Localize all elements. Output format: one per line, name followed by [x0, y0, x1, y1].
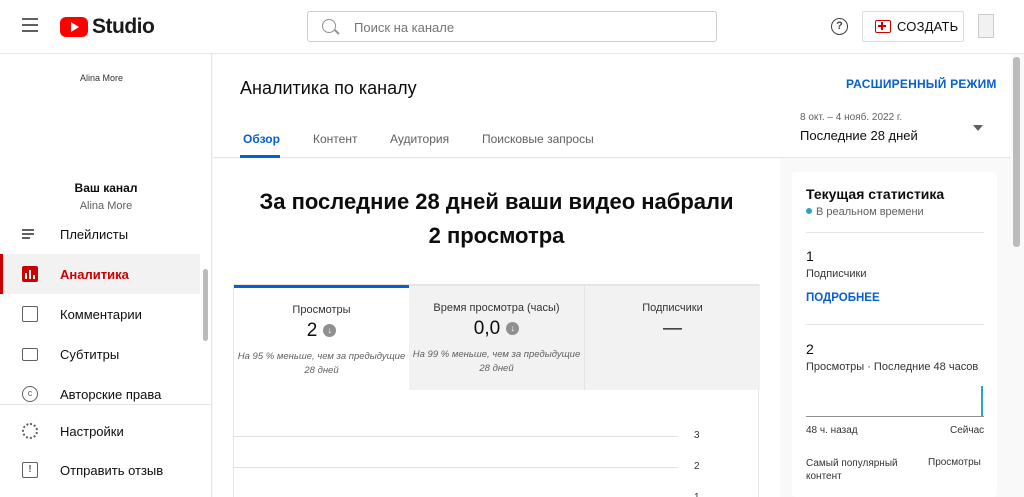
chart-gridline [233, 436, 678, 437]
tab-search-queries[interactable]: Поисковые запросы [482, 132, 594, 146]
studio-logo[interactable]: Studio [60, 15, 155, 39]
search-icon[interactable] [322, 19, 336, 33]
sparkline-end-label: Сейчас [950, 425, 985, 436]
chevron-down-icon[interactable] [973, 125, 983, 131]
live-dot-icon [806, 208, 812, 214]
see-more-link[interactable]: ПОДРОБНЕЕ [806, 292, 880, 304]
overview-panel: За последние 28 дней ваши видео набрали … [213, 159, 780, 497]
sidebar-item-label: Отправить отзыв [60, 462, 164, 478]
headline-line-2: 2 просмотра [428, 223, 565, 248]
sidebar-item-feedback[interactable]: ! Отправить отзыв [0, 450, 200, 490]
subscribers-value: 1 [806, 248, 814, 264]
tab-content[interactable]: Контент [313, 132, 357, 146]
menu-icon[interactable] [22, 18, 38, 32]
channel-name: Alina More [79, 200, 133, 212]
sidebar-item-label: Авторские права [60, 386, 162, 402]
chart-axis-label: 2 [694, 461, 700, 472]
date-period-select[interactable]: Последние 28 дней [800, 128, 918, 143]
chart-axis-label: 1 [694, 492, 700, 497]
top-bar: Studio ? СОЗДАТЬ [0, 0, 1024, 54]
sidebar-item-label: Настройки [60, 423, 124, 439]
chart-gridline [233, 467, 678, 468]
headline-line-1: За последние 28 дней ваши видео набрали [259, 189, 734, 214]
sidebar-item-settings[interactable]: Настройки [0, 411, 200, 451]
advanced-mode-link[interactable]: РАСШИРЕННЫЙ РЕЖИМ [846, 77, 997, 91]
tab-overview[interactable]: Обзор [243, 132, 280, 146]
metric-note: На 99 % меньше, чем за предыдущие 28 дней [412, 349, 581, 374]
sidebar-item-label: Субтитры [60, 346, 120, 362]
logo-text: Studio [92, 15, 155, 38]
card-divider [806, 232, 984, 233]
sidebar-item-subtitles[interactable]: Субтитры [0, 334, 200, 374]
subtitles-icon [22, 347, 38, 361]
metric-label: Подписчики [642, 302, 703, 314]
analytics-icon [22, 266, 38, 282]
subscribers-label: Подписчики [806, 268, 867, 280]
sidebar-item-label: Комментарии [60, 306, 142, 322]
gear-icon [22, 423, 38, 439]
create-label: СОЗДАТЬ [897, 19, 959, 34]
sidebar-item-label: Аналитика [60, 266, 129, 282]
metric-value: 2 ↓ [234, 320, 409, 342]
sidebar-item-analytics[interactable]: Аналитика [0, 254, 200, 294]
channel-avatar[interactable]: Alina More [80, 73, 123, 83]
sparkline-baseline [806, 416, 984, 417]
page-title: Аналитика по каналу [240, 78, 417, 98]
playlist-icon [22, 226, 38, 242]
sparkline-bar[interactable] [981, 386, 983, 416]
sidebar-item-comments[interactable]: Комментарии [0, 294, 200, 334]
metric-label: Время просмотра (часы) [433, 302, 560, 314]
metric-value: — [663, 318, 682, 339]
avatar[interactable] [978, 14, 994, 38]
sidebar-item-label: Плейлисты [60, 226, 129, 242]
create-button[interactable]: СОЗДАТЬ [862, 11, 964, 42]
chart-axis-label: 3 [694, 430, 700, 441]
arrow-down-icon: ↓ [506, 322, 520, 335]
comments-icon [22, 306, 38, 322]
youtube-logo-icon [60, 17, 88, 37]
metric-subscribers[interactable]: Подписчики — [584, 285, 760, 390]
sidebar-divider [0, 404, 212, 405]
views-value: 2 [806, 341, 814, 357]
tab-audience[interactable]: Аудитория [390, 132, 449, 146]
sidebar-scrollbar[interactable] [203, 269, 208, 341]
arrow-down-icon: ↓ [323, 324, 337, 337]
metrics-tabs: Просмотры 2 ↓ На 95 % меньше, чем за пред… [233, 284, 760, 497]
date-range[interactable]: 8 окт. – 4 нояб. 2022 г. [800, 112, 902, 123]
search-box[interactable] [307, 11, 717, 42]
analytics-header: Аналитика по каналу РАСШИРЕННЫЙ РЕЖИМ Об… [213, 54, 1011, 158]
metric-views[interactable]: Просмотры 2 ↓ На 95 % меньше, чем за пред… [234, 285, 409, 390]
active-tab-indicator [240, 155, 280, 158]
sidebar-item-copyright[interactable]: c Авторские права [0, 374, 200, 414]
card-divider [806, 324, 984, 325]
views-label: Просмотры · Последние 48 часов [806, 361, 979, 373]
help-icon[interactable]: ? [831, 18, 848, 35]
feedback-icon: ! [22, 462, 38, 478]
main-scrollbar[interactable] [1013, 57, 1020, 247]
metric-note: На 95 % меньше, чем за предыдущие 28 дней [237, 351, 406, 376]
popular-views-label: Просмотры [928, 457, 981, 468]
metric-value: 0,0 ↓ [409, 318, 584, 340]
realtime-label: В реальном времени [806, 206, 924, 218]
copyright-icon: c [22, 386, 38, 402]
metric-watch-time[interactable]: Время просмотра (часы) 0,0 ↓ На 99 % мень… [409, 285, 584, 390]
create-video-icon [875, 20, 891, 33]
channel-label: Ваш канал [74, 181, 138, 195]
sparkline-start-label: 48 ч. назад [806, 425, 858, 436]
popular-content-label: Самый популярный контент [806, 458, 898, 482]
realtime-card: Текущая статистика В реальном времени 1 … [792, 172, 997, 497]
card-title: Текущая статистика [806, 186, 945, 202]
sidebar: Alina More Ваш канал Alina More Плейлист… [0, 54, 212, 497]
sidebar-item-playlists[interactable]: Плейлисты [0, 214, 200, 254]
search-input[interactable] [354, 18, 694, 36]
headline: За последние 28 дней ваши видео набрали … [213, 185, 780, 253]
metric-label: Просмотры [292, 304, 351, 316]
